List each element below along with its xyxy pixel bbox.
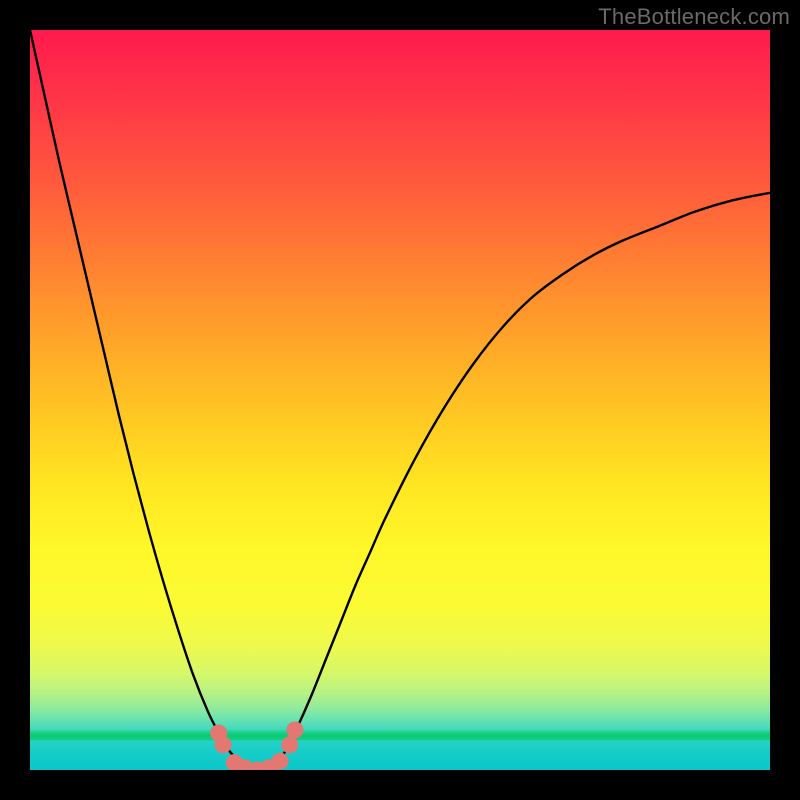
curve-svg [30, 30, 770, 770]
bottleneck-curve [30, 30, 770, 770]
curve-marker [281, 736, 298, 753]
chart-frame: TheBottleneck.com [0, 0, 800, 800]
plot-area [30, 30, 770, 770]
watermark-text: TheBottleneck.com [598, 4, 790, 30]
curve-markers [210, 722, 303, 770]
curve-marker [215, 736, 232, 753]
curve-marker [272, 753, 289, 770]
curve-line [30, 30, 770, 770]
curve-marker [286, 722, 303, 739]
